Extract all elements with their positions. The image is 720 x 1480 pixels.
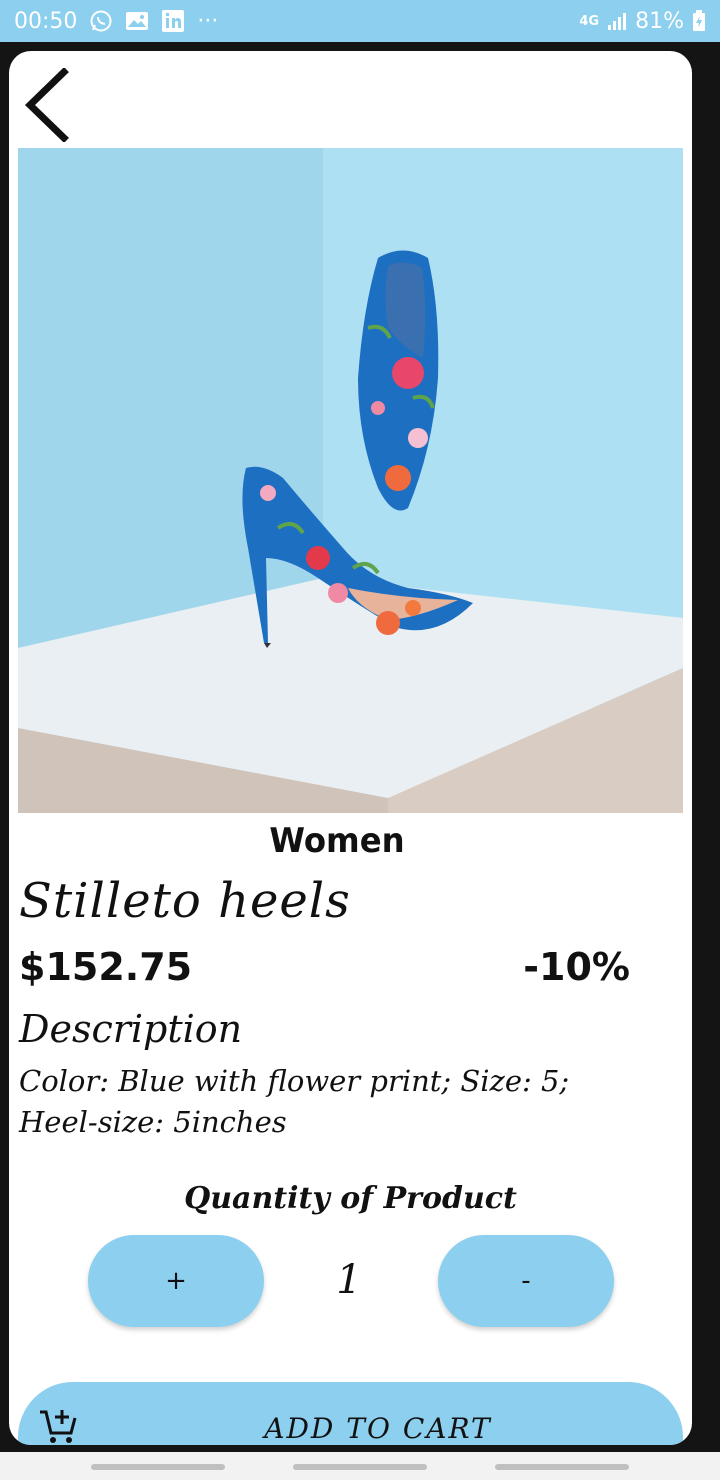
product-category: Women xyxy=(269,821,405,861)
description-line-2: Heel-size: 5inches xyxy=(19,1105,287,1139)
product-price: $152.75 xyxy=(19,945,193,989)
discount-badge: -10% xyxy=(523,945,630,989)
decrement-quantity-button[interactable]: - xyxy=(438,1235,614,1327)
whatsapp-icon xyxy=(89,9,113,33)
add-to-cart-label: ADD TO CART xyxy=(264,1412,492,1445)
status-more: ··· xyxy=(197,8,219,34)
status-time: 00:50 xyxy=(14,8,78,34)
status-left: 00:50 ··· xyxy=(0,9,218,34)
product-image xyxy=(18,148,683,813)
nav-recent-button[interactable] xyxy=(91,1464,225,1470)
status-bar: 00:50 ··· 4G 81% xyxy=(0,0,720,42)
description-line-1: Color: Blue with flower print; Size: 5; xyxy=(19,1064,570,1098)
nav-back-button[interactable] xyxy=(495,1464,629,1470)
chevron-left-icon xyxy=(24,68,69,142)
battery-percent: 81% xyxy=(635,8,684,34)
signal-icon xyxy=(607,11,627,31)
back-button[interactable] xyxy=(17,65,77,145)
description-heading: Description xyxy=(19,1007,243,1051)
nav-home-button[interactable] xyxy=(293,1464,427,1470)
product-name: Stilleto heels xyxy=(19,873,351,929)
quantity-label: Quantity of Product xyxy=(184,1181,517,1216)
status-right: 4G 81% xyxy=(579,9,720,34)
add-to-cart-button[interactable]: ADD TO CART xyxy=(18,1382,683,1445)
network-label: 4G xyxy=(579,13,600,29)
battery-charging-icon xyxy=(692,10,706,32)
quantity-value: 1 xyxy=(336,1257,362,1303)
increment-quantity-button[interactable]: + xyxy=(88,1235,264,1327)
linkedin-icon xyxy=(161,9,185,33)
gallery-icon xyxy=(125,10,149,32)
description-text: Color: Blue with flower print; Size: 5; … xyxy=(19,1061,659,1143)
system-nav-bar xyxy=(0,1452,720,1480)
product-detail-card: Women Stilleto heels $152.75 -10% Descri… xyxy=(9,51,692,1445)
